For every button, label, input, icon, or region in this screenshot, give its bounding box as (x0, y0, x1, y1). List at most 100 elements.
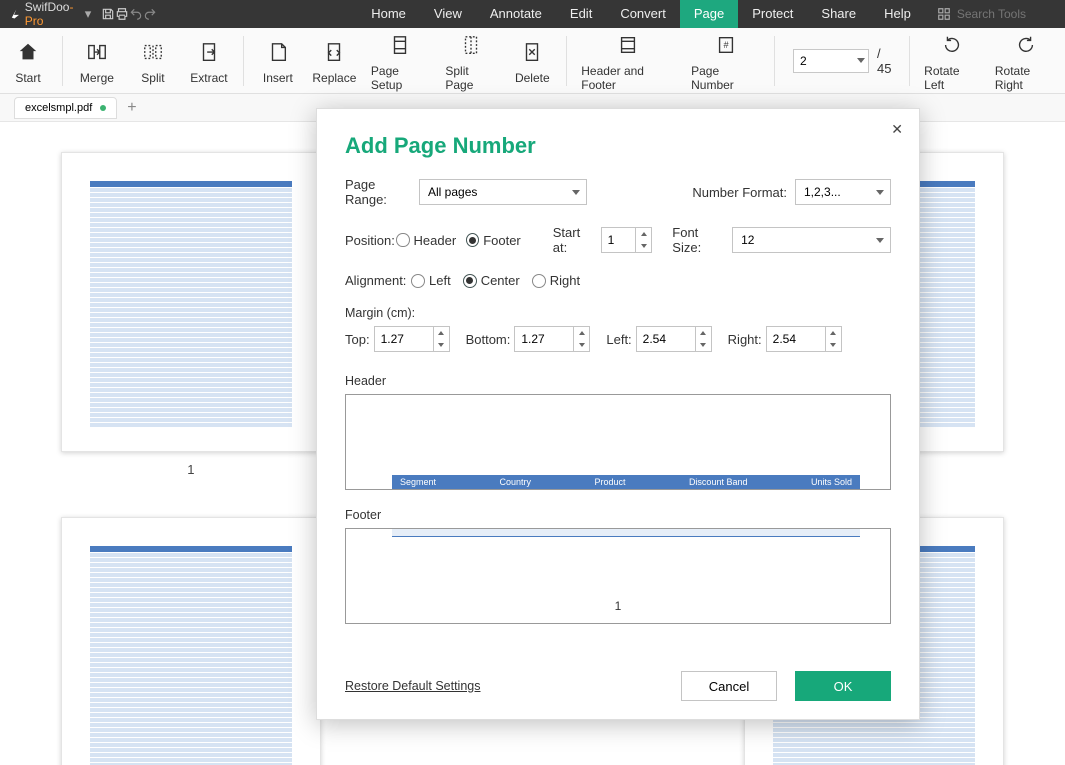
new-tab-button[interactable]: + (127, 99, 136, 117)
save-icon[interactable] (101, 0, 115, 28)
align-right-label: Right (550, 273, 580, 288)
unsaved-indicator-icon (100, 105, 106, 111)
footer-preview[interactable]: 1 (345, 528, 891, 624)
grid-icon (937, 7, 951, 21)
search-tools[interactable] (937, 7, 1065, 21)
alignment-label: Alignment: (345, 273, 411, 288)
margin-right-field[interactable] (766, 326, 842, 352)
split-page-button[interactable]: Split Page (437, 28, 504, 94)
font-size-select[interactable]: 12 (732, 227, 891, 253)
ok-button[interactable]: OK (795, 671, 891, 701)
menu-home[interactable]: Home (357, 0, 420, 28)
replace-button[interactable]: Replace (306, 28, 363, 94)
spin-up-icon[interactable] (696, 327, 711, 339)
dropdown-arrow-icon[interactable] (857, 58, 865, 63)
page-thumbnail[interactable] (40, 517, 342, 765)
tab-title: excelsmpl.pdf (25, 102, 92, 114)
header-preview[interactable]: SegmentCountryProductDiscount BandUnits … (345, 394, 891, 490)
page-range-select[interactable]: All pages (419, 179, 587, 205)
position-footer-radio[interactable] (466, 233, 479, 247)
margin-label: Margin (cm): (345, 306, 891, 320)
add-page-number-dialog: ✕ Add Page Number Page Range: All pages … (316, 108, 920, 720)
rotate-right-button[interactable]: Rotate Right (987, 28, 1065, 94)
header-footer-button[interactable]: Header and Footer (573, 28, 683, 94)
menu-edit[interactable]: Edit (556, 0, 606, 28)
redo-icon[interactable] (143, 0, 157, 28)
page-total-label: / 45 (877, 46, 897, 76)
menu-page[interactable]: Page (680, 0, 738, 28)
rotate-left-button[interactable]: Rotate Left (916, 28, 987, 94)
print-icon[interactable] (115, 0, 129, 28)
align-left-radio[interactable] (411, 274, 425, 288)
ribbon: Start Merge Split Extract Insert Replace… (0, 28, 1065, 94)
app-menu-arrow-icon[interactable]: ▾ (85, 6, 92, 22)
page-thumbnail[interactable]: 1 (40, 152, 342, 477)
merge-button[interactable]: Merge (69, 28, 125, 94)
start-button[interactable]: Start (0, 28, 56, 94)
number-format-label: Number Format: (692, 185, 787, 200)
menu-help[interactable]: Help (870, 0, 925, 28)
align-center-radio[interactable] (463, 274, 477, 288)
spin-down-icon[interactable] (826, 339, 841, 351)
margin-top-label: Top: (345, 332, 370, 347)
start-at-field[interactable] (601, 227, 653, 253)
dialog-title: Add Page Number (317, 109, 919, 177)
margin-right-label: Right: (728, 332, 762, 347)
spin-up-icon[interactable] (636, 228, 651, 240)
page-setup-button[interactable]: Page Setup (363, 28, 437, 94)
align-right-radio[interactable] (532, 274, 546, 288)
margin-left-field[interactable] (636, 326, 712, 352)
margin-right-input[interactable] (767, 332, 815, 346)
title-bar: SwifDoo-Pro ▾ HomeViewAnnotateEditConver… (0, 0, 1065, 28)
spin-up-icon[interactable] (574, 327, 589, 339)
start-at-label: Start at: (553, 225, 595, 255)
document-tab[interactable]: excelsmpl.pdf (14, 97, 117, 119)
delete-button[interactable]: Delete (504, 28, 560, 94)
spin-down-icon[interactable] (636, 240, 651, 252)
spin-down-icon[interactable] (434, 339, 449, 351)
font-size-label: Font Size: (672, 225, 726, 255)
number-format-select[interactable]: 1,2,3... (795, 179, 891, 205)
spin-down-icon[interactable] (574, 339, 589, 351)
position-footer-label: Footer (483, 233, 521, 248)
spin-down-icon[interactable] (696, 339, 711, 351)
position-header-label: Header (414, 233, 457, 248)
spin-up-icon[interactable] (434, 327, 449, 339)
main-menu: HomeViewAnnotateEditConvertPageProtectSh… (357, 0, 925, 28)
margin-left-input[interactable] (637, 332, 685, 346)
page-number-button[interactable]: #Page Number (683, 28, 768, 94)
split-button[interactable]: Split (125, 28, 181, 94)
page-range-label: Page Range: (345, 177, 419, 207)
app-icon (10, 7, 21, 21)
spin-up-icon[interactable] (826, 327, 841, 339)
header-section-label: Header (345, 374, 891, 388)
menu-share[interactable]: Share (807, 0, 870, 28)
insert-button[interactable]: Insert (250, 28, 306, 94)
undo-icon[interactable] (129, 0, 143, 28)
position-label: Position: (345, 233, 396, 248)
margin-bottom-input[interactable] (515, 332, 563, 346)
divider (243, 36, 244, 86)
menu-convert[interactable]: Convert (606, 0, 680, 28)
align-left-label: Left (429, 273, 451, 288)
close-button[interactable]: ✕ (891, 121, 903, 138)
search-tools-input[interactable] (957, 7, 1065, 21)
align-center-label: Center (481, 273, 520, 288)
footer-page-number-preview: 1 (346, 599, 890, 613)
menu-protect[interactable]: Protect (738, 0, 807, 28)
footer-section-label: Footer (345, 508, 891, 522)
cancel-button[interactable]: Cancel (681, 671, 777, 701)
margin-bottom-label: Bottom: (466, 332, 511, 347)
restore-defaults-link[interactable]: Restore Default Settings (345, 679, 481, 693)
app-name: SwifDoo-Pro (25, 0, 77, 28)
position-header-radio[interactable] (396, 233, 409, 247)
margin-bottom-field[interactable] (514, 326, 590, 352)
extract-button[interactable]: Extract (181, 28, 237, 94)
margin-left-label: Left: (606, 332, 631, 347)
margin-top-input[interactable] (375, 332, 423, 346)
page-number-field[interactable] (793, 49, 869, 73)
menu-view[interactable]: View (420, 0, 476, 28)
margin-top-field[interactable] (374, 326, 450, 352)
app-logo: SwifDoo-Pro ▾ (0, 0, 101, 28)
menu-annotate[interactable]: Annotate (476, 0, 556, 28)
